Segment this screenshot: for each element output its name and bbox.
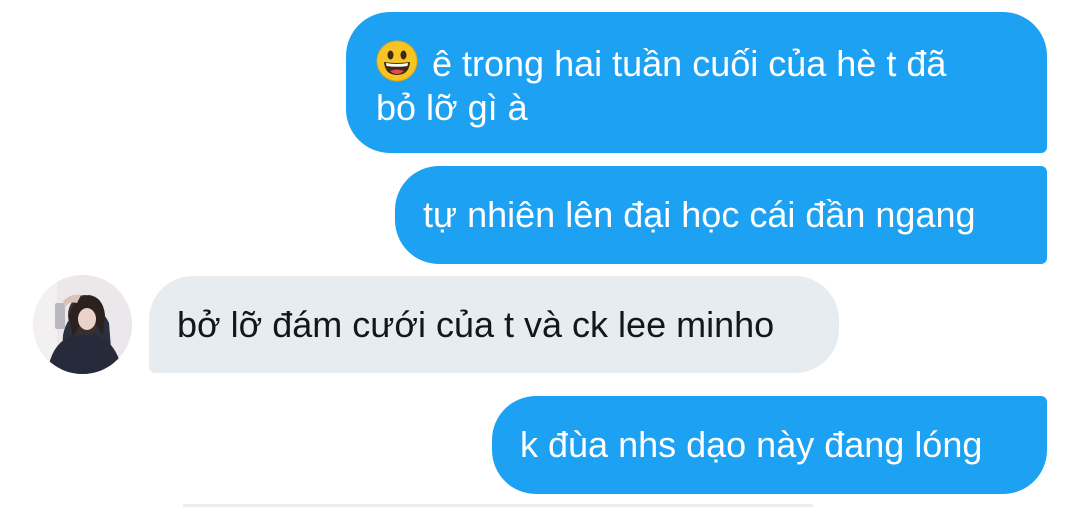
incoming-message-bubble[interactable]: bở lỡ đám cưới của t và ck lee minho bbox=[149, 276, 839, 373]
contact-avatar[interactable] bbox=[33, 275, 132, 374]
outgoing-message-bubble[interactable]: k đùa nhs dạo này đang lóng bbox=[492, 396, 1047, 494]
outgoing-message-bubble[interactable]: tự nhiên lên đại học cái đần ngang bbox=[395, 166, 1047, 264]
message-text: bở lỡ đám cưới của t và ck lee minho bbox=[177, 304, 775, 345]
message-text: tự nhiên lên đại học cái đần ngang bbox=[423, 194, 976, 235]
outgoing-message-bubble[interactable]: ê trong hai tuần cuối của hè t đã bỏ lỡ … bbox=[346, 12, 1047, 153]
message-text: ê trong hai tuần cuối của hè t đã bỏ lỡ … bbox=[376, 43, 947, 128]
message-text: k đùa nhs dạo này đang lóng bbox=[520, 424, 983, 465]
chat-thread: ê trong hai tuần cuối của hè t đã bỏ lỡ … bbox=[0, 0, 1080, 507]
avatar-photo-icon bbox=[33, 275, 132, 374]
grinning-face-emoji-icon bbox=[376, 40, 418, 82]
